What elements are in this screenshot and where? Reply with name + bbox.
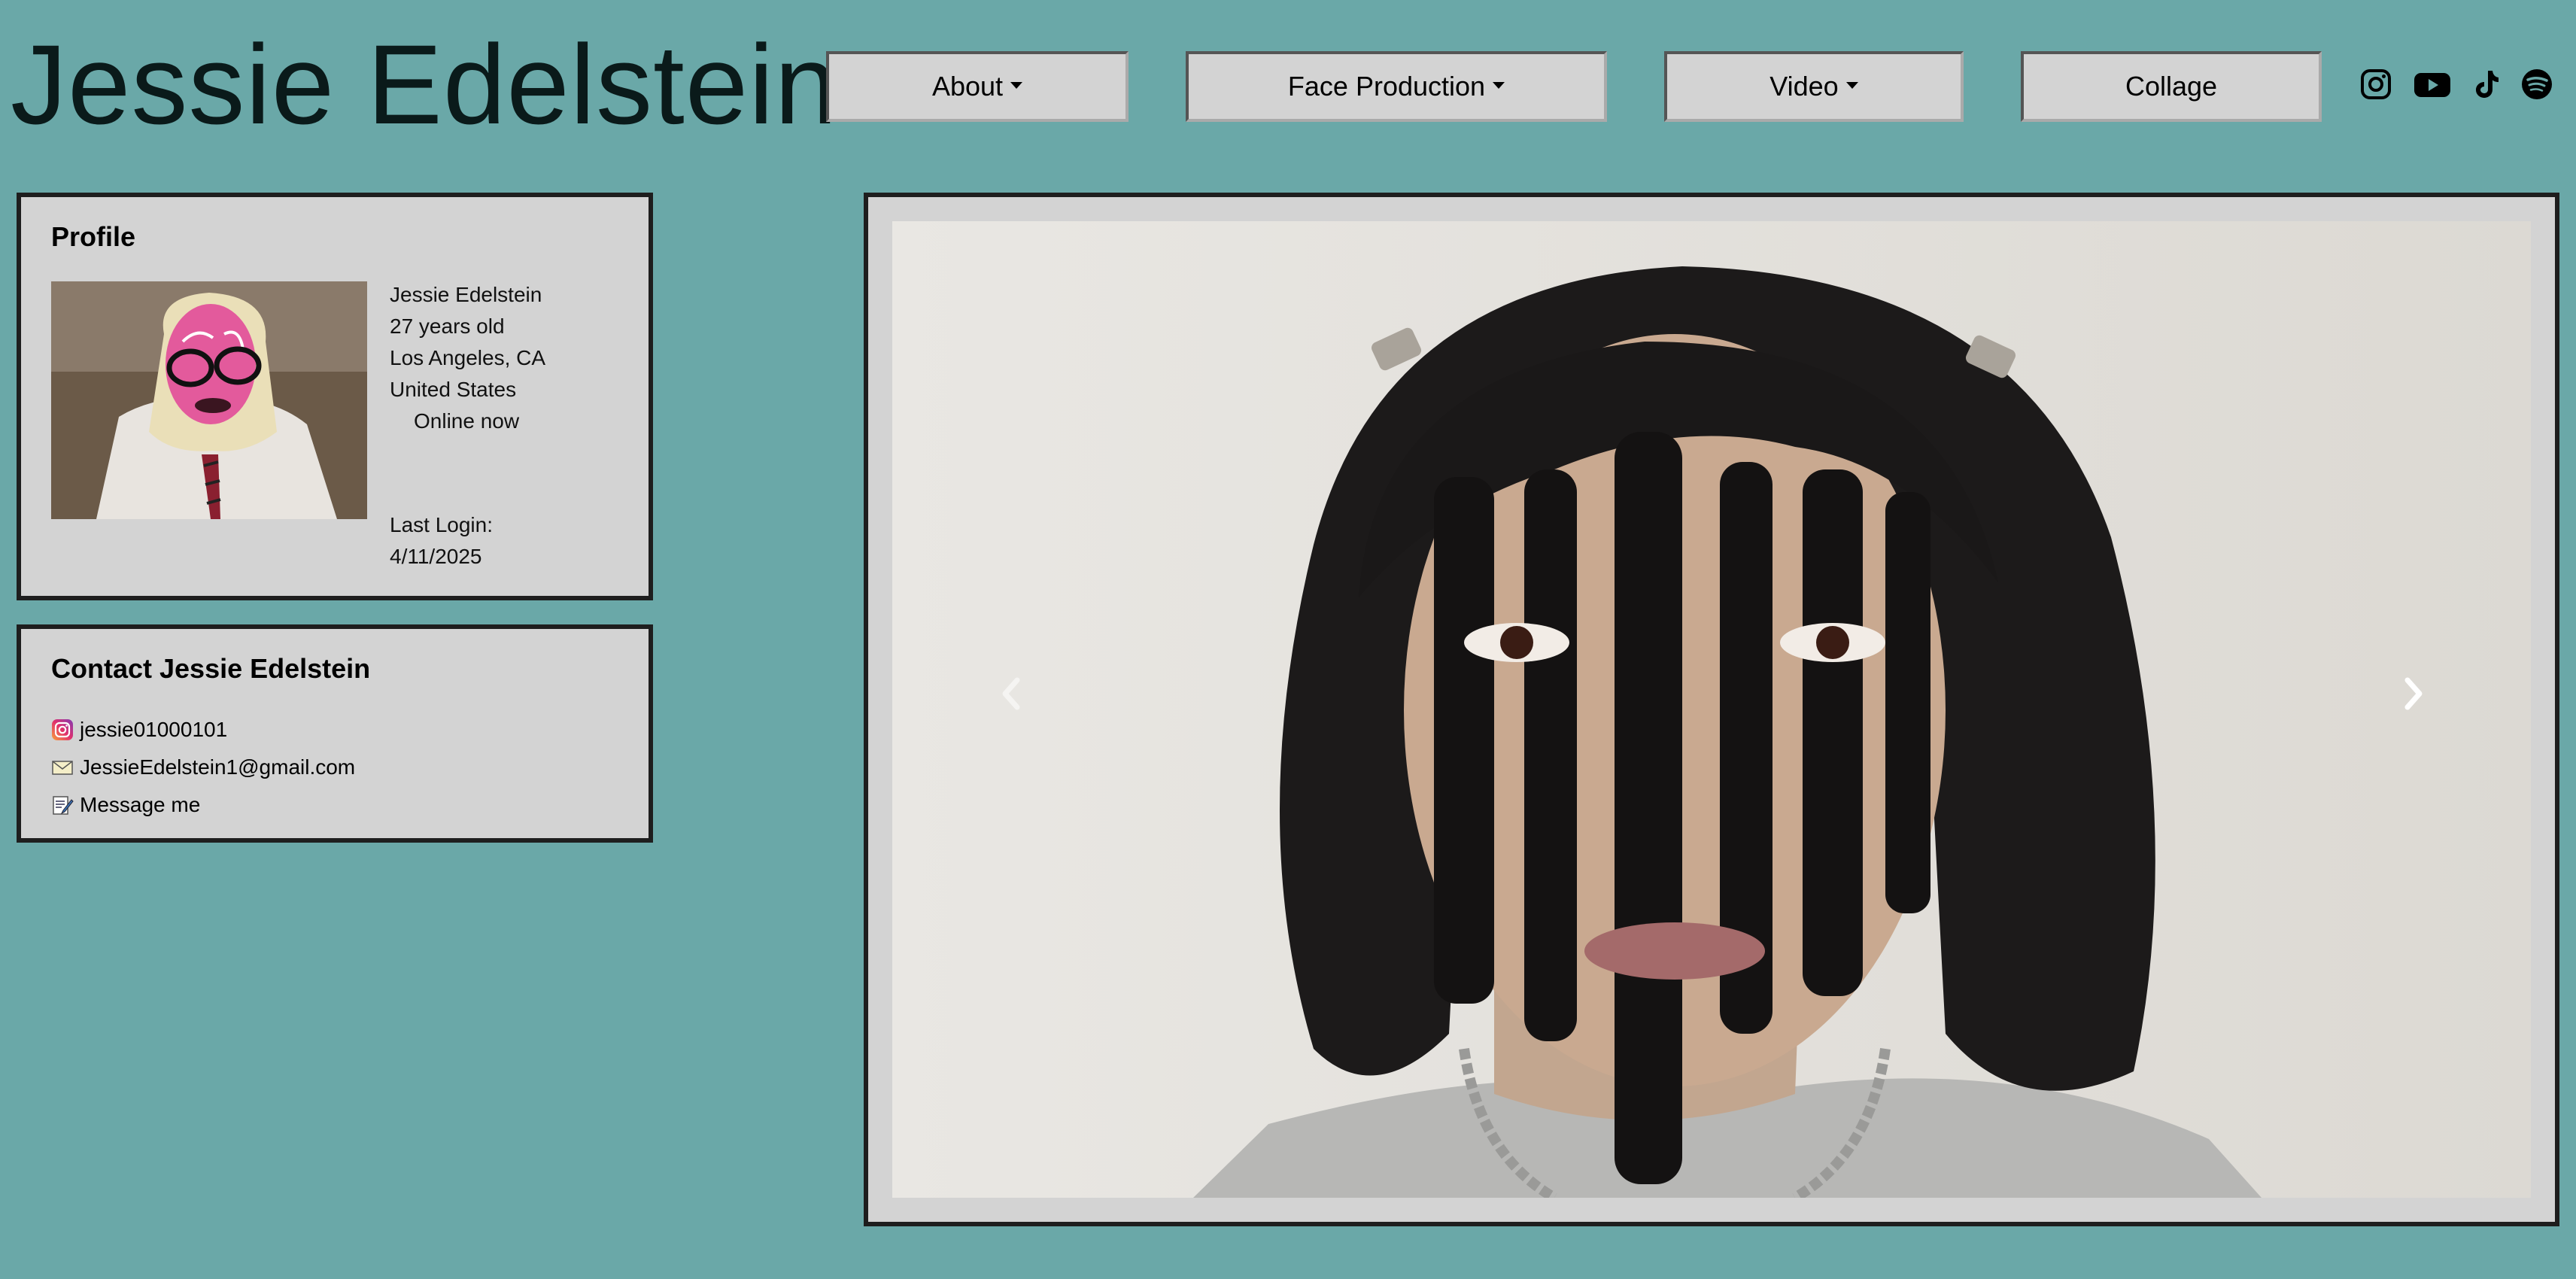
contact-heading: Contact Jessie Edelstein bbox=[51, 653, 371, 684]
nav-face-production-label: Face Production bbox=[1287, 71, 1486, 102]
nav-face-production-dropdown[interactable]: Face Production bbox=[1186, 51, 1607, 122]
caret-down-icon bbox=[1845, 81, 1858, 89]
tiktok-icon[interactable] bbox=[2468, 66, 2504, 102]
image-carousel bbox=[864, 193, 2559, 1226]
carousel-slide-image bbox=[892, 221, 2531, 1198]
instagram-icon[interactable] bbox=[2358, 66, 2394, 102]
contact-message-label: Message me bbox=[80, 793, 201, 816]
profile-age: 27 years old bbox=[390, 314, 505, 338]
contact-instagram-link[interactable]: jessie01000101 bbox=[51, 718, 227, 742]
instagram-icon bbox=[52, 719, 73, 740]
carousel-next-arrow[interactable] bbox=[2398, 671, 2429, 716]
nav-about-dropdown[interactable]: About bbox=[826, 51, 1129, 122]
contact-email-link[interactable]: JessieEdelstein1@gmail.com bbox=[51, 755, 355, 779]
contact-panel: Contact Jessie Edelstein jessie01000101 … bbox=[17, 624, 653, 843]
nav-video-label: Video bbox=[1769, 71, 1839, 102]
spotify-icon[interactable] bbox=[2519, 66, 2555, 102]
caret-down-icon bbox=[1493, 81, 1505, 89]
profile-photo bbox=[51, 281, 367, 519]
envelope-icon bbox=[52, 761, 73, 775]
contact-email-address: JessieEdelstein1@gmail.com bbox=[80, 755, 356, 779]
online-status: Online now bbox=[414, 409, 520, 433]
profile-city: Los Angeles, CA bbox=[390, 346, 546, 369]
profile-panel: Profile Jessie Edelstein 27 years old Lo… bbox=[17, 193, 653, 600]
carousel-prev-arrow[interactable] bbox=[996, 671, 1026, 716]
caret-down-icon bbox=[1010, 81, 1023, 89]
nav-about-label: About bbox=[931, 71, 1004, 102]
contact-message-link[interactable]: Message me bbox=[51, 793, 200, 817]
site-title: Jessie Edelstein bbox=[11, 21, 838, 147]
nav-collage-label: Collage bbox=[2125, 71, 2218, 102]
profile-name: Jessie Edelstein bbox=[390, 283, 542, 306]
profile-country: United States bbox=[390, 378, 517, 401]
youtube-icon[interactable] bbox=[2412, 66, 2453, 102]
profile-heading: Profile bbox=[51, 221, 136, 252]
contact-instagram-handle: jessie01000101 bbox=[80, 718, 228, 741]
nav-video-dropdown[interactable]: Video bbox=[1664, 51, 1964, 122]
last-login-label: Last Login: bbox=[390, 513, 493, 536]
last-login-date: 4/11/2025 bbox=[390, 545, 482, 568]
nav-collage-button[interactable]: Collage bbox=[2021, 51, 2322, 122]
note-pencil-icon bbox=[53, 796, 74, 815]
